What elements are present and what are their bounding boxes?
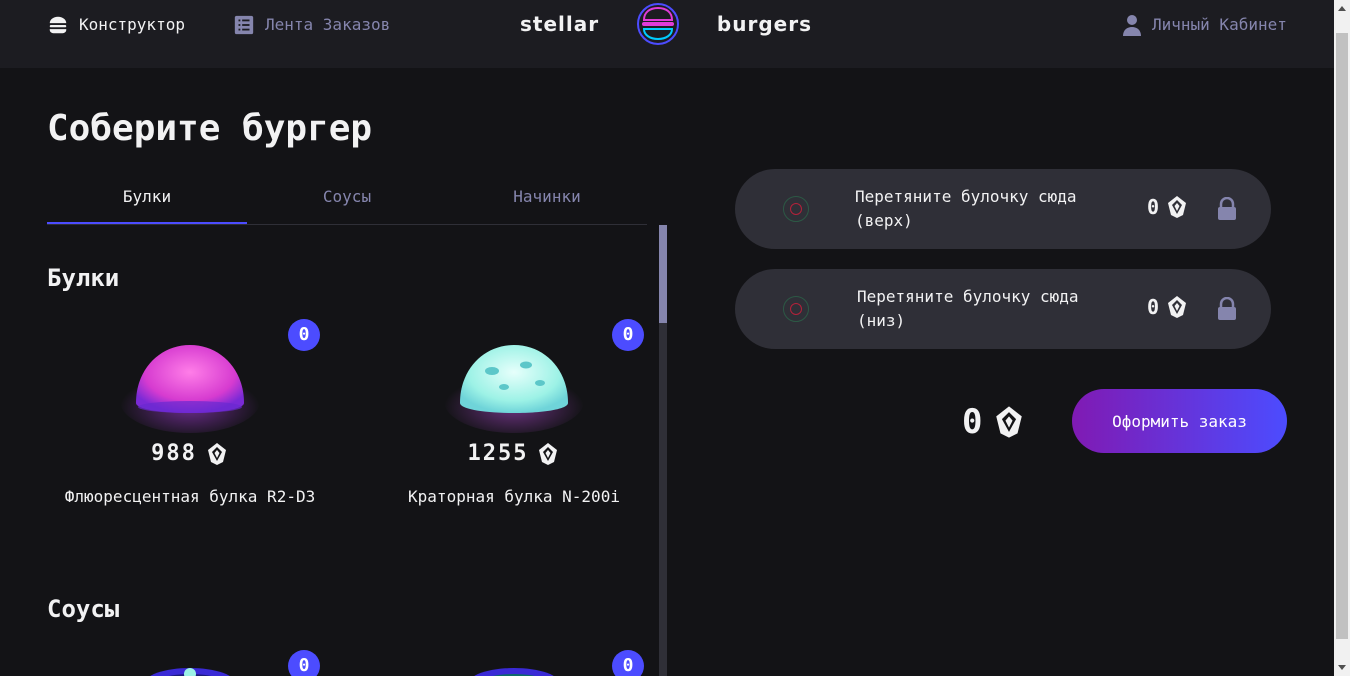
lock-icon [1218,197,1236,220]
logo-text-left: stellar [520,12,600,36]
section-title-buns: Булки [47,264,120,292]
price-value: 1255 [467,441,529,466]
sauce-image [474,668,554,676]
ingredient-card[interactable]: 0 1255 Краторная булка N-200i [378,319,650,519]
price-value: 988 [151,441,197,466]
count-badge: 0 [288,650,320,676]
tab-sauces[interactable]: Соусы [247,176,447,224]
logo[interactable]: stellar burgers [520,2,812,46]
slot-price: 0 [1147,195,1189,219]
nav-order-feed[interactable]: Лента Заказов [233,12,390,38]
place-order-button[interactable]: Оформить заказ [1072,389,1287,453]
sauce-image [150,668,230,676]
ingredients-scroll-thumb[interactable] [659,225,667,323]
count-badge: 0 [612,650,644,676]
ingredient-card[interactable]: 0 988 Флюоресцентная булка R2-D3 [54,319,326,519]
nav-feed-label: Лента Заказов [265,15,391,34]
slot-price: 0 [1147,295,1189,319]
ingredient-name: Флюоресцентная булка R2-D3 [64,487,316,506]
crystal-currency-icon [539,442,558,465]
placeholder-icon [783,296,809,322]
crystal-currency-icon [207,442,226,465]
profile-icon [1123,15,1141,36]
ingredient-tabs: Булки Соусы Начинки [47,176,647,225]
scroll-down-arrow-icon[interactable] [1338,665,1346,670]
crystal-currency-icon [1168,196,1187,218]
order-total-value: 0 [962,402,983,442]
price: 988 [54,441,326,466]
count-badge: 0 [612,319,644,351]
page-scroll-thumb[interactable] [1336,33,1348,639]
ingredient-card[interactable]: 0 [378,650,650,676]
bun-drop-zone-bottom[interactable]: Перетяните булочку сюда (низ) 0 [735,269,1271,349]
nav-account[interactable]: Личный Кабинет [1122,12,1287,38]
lock-icon [1218,297,1236,320]
tab-fillings[interactable]: Начинки [447,176,647,224]
page-scrollbar[interactable] [1334,0,1350,676]
logo-text-right: burgers [716,12,812,36]
slot-price-value: 0 [1147,195,1160,219]
burger-icon [49,16,67,34]
price: 1255 [378,441,650,466]
ingredient-name: Краторная булка N-200i [408,487,620,506]
bun-image [120,345,260,433]
ingredient-card[interactable]: 0 [54,650,326,676]
order-total: 0 [962,402,1026,442]
bun-placeholder-text: Перетяните булочку сюда (низ) [857,287,1079,330]
page-title: Соберите бургер [47,108,373,149]
nav-account-label: Личный Кабинет [1152,15,1287,34]
bun-drop-zone-top[interactable]: Перетяните булочку сюда (верх) 0 [735,169,1271,249]
app-header: Конструктор Лента Заказов stellar burger… [0,0,1334,68]
crystal-currency-icon [1168,296,1187,318]
nav-constructor[interactable]: Конструктор [47,12,185,38]
scroll-up-arrow-icon[interactable] [1338,6,1346,11]
tab-buns[interactable]: Булки [47,176,247,224]
logo-burger-icon [637,3,680,45]
slot-price-value: 0 [1147,295,1160,319]
bun-image [444,345,584,433]
list-icon [234,15,254,35]
crystal-currency-icon [996,406,1023,438]
nav-constructor-label: Конструктор [79,15,185,34]
count-badge: 0 [288,319,320,351]
section-title-sauces: Соусы [47,595,120,623]
placeholder-icon [783,196,809,222]
bun-placeholder-text: Перетяните булочку сюда (верх) [855,187,1077,230]
